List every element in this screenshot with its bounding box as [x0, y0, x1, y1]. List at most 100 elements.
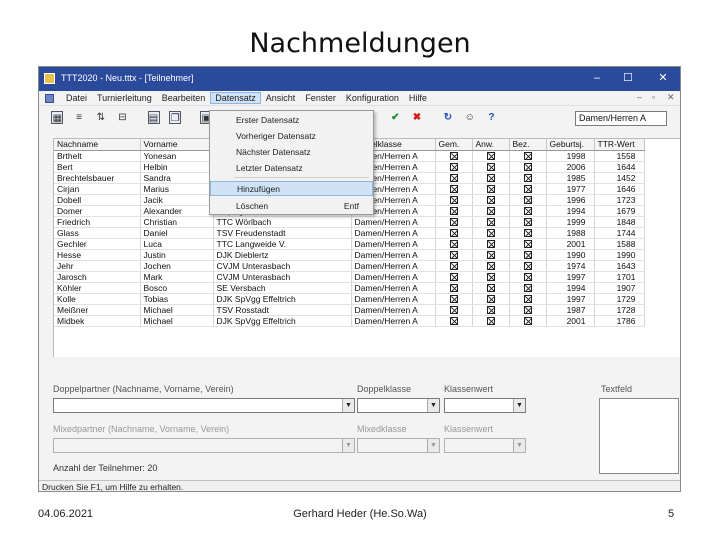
checked-checkbox-icon[interactable]: [449, 174, 458, 182]
table-cell[interactable]: 1786: [594, 315, 645, 327]
table-cell[interactable]: 1643: [594, 260, 645, 272]
checked-checkbox-icon[interactable]: [523, 251, 532, 259]
table-row[interactable]: Midbek Michael DJK SpVgg Effeltrich Damen/H…: [54, 315, 645, 327]
table-checkbox-cell[interactable]: [435, 227, 473, 239]
table-cell[interactable]: Damen/Herren A: [351, 227, 436, 239]
checked-checkbox-icon[interactable]: [523, 229, 532, 237]
document-icon[interactable]: [45, 94, 54, 103]
table-cell[interactable]: Dobell: [54, 194, 141, 206]
table-row[interactable]: Friedrich Christian TTC Wörlbach Damen/Herr…: [54, 216, 645, 228]
checked-checkbox-icon[interactable]: [523, 185, 532, 193]
dropdown-item[interactable]: Erster Datensatz: [210, 113, 373, 128]
table-checkbox-cell[interactable]: [435, 238, 473, 250]
table-row[interactable]: Jehr Jochen CVJM Unterasbach Damen/Herren A…: [54, 260, 645, 272]
table-cell[interactable]: 1744: [594, 227, 645, 239]
table-cell[interactable]: 1987: [546, 304, 595, 316]
checked-checkbox-icon[interactable]: [486, 174, 495, 182]
checked-checkbox-icon[interactable]: [449, 185, 458, 193]
table-row[interactable]: Hesse Justin DJK Dieblertz Damen/Herren A 19…: [54, 249, 645, 261]
table-checkbox-cell[interactable]: [509, 194, 547, 206]
table-checkbox-cell[interactable]: [509, 293, 547, 305]
checked-checkbox-icon[interactable]: [523, 273, 532, 281]
table-cell[interactable]: 1997: [546, 271, 595, 283]
filter-icon[interactable]: ⊟: [117, 111, 129, 124]
table-checkbox-cell[interactable]: [509, 238, 547, 250]
table-checkbox-cell[interactable]: [472, 249, 510, 261]
table-cell[interactable]: Glass: [54, 227, 141, 239]
table-cell[interactable]: Daniel: [140, 227, 214, 239]
menu-datensatz[interactable]: Datensatz: [210, 92, 261, 104]
table-checkbox-cell[interactable]: [509, 205, 547, 217]
cancel-icon[interactable]: ✖: [411, 111, 423, 124]
chevron-down-icon[interactable]: ▼: [342, 399, 354, 412]
table-cell[interactable]: Justin: [140, 249, 214, 261]
table-checkbox-cell[interactable]: [435, 172, 473, 184]
table-checkbox-cell[interactable]: [435, 282, 473, 294]
menu-hilfe[interactable]: Hilfe: [404, 92, 432, 104]
table-cell[interactable]: Marius: [140, 183, 214, 195]
menu-fenster[interactable]: Fenster: [300, 92, 341, 104]
child-minimize-button[interactable]: –: [637, 92, 642, 102]
print-icon[interactable]: ▤: [147, 111, 160, 124]
doubles-partner-select[interactable]: ▼: [53, 398, 355, 413]
table-cell[interactable]: Alexander: [140, 205, 214, 217]
checked-checkbox-icon[interactable]: [486, 262, 495, 270]
table-checkbox-cell[interactable]: [509, 315, 547, 327]
table-cell[interactable]: DJK Dieblertz: [213, 249, 352, 261]
table-cell[interactable]: 1988: [546, 227, 595, 239]
column-header[interactable]: Nachname: [54, 139, 141, 151]
table-checkbox-cell[interactable]: [435, 161, 473, 173]
table-checkbox-cell[interactable]: [435, 183, 473, 195]
checked-checkbox-icon[interactable]: [523, 262, 532, 270]
checked-checkbox-icon[interactable]: [486, 284, 495, 292]
checked-checkbox-icon[interactable]: [486, 273, 495, 281]
user-icon[interactable]: ☺: [464, 111, 476, 124]
table-checkbox-cell[interactable]: [472, 271, 510, 283]
checked-checkbox-icon[interactable]: [449, 295, 458, 303]
table-checkbox-cell[interactable]: [509, 161, 547, 173]
checked-checkbox-icon[interactable]: [486, 229, 495, 237]
table-cell[interactable]: Mark: [140, 271, 214, 283]
column-header[interactable]: Bez.: [509, 139, 547, 151]
table-cell[interactable]: Damen/Herren A: [351, 271, 436, 283]
class-value-select[interactable]: ▼: [444, 398, 526, 413]
table-cell[interactable]: 1994: [546, 205, 595, 217]
checked-checkbox-icon[interactable]: [449, 240, 458, 248]
checked-checkbox-icon[interactable]: [523, 196, 532, 204]
table-checkbox-cell[interactable]: [472, 260, 510, 272]
checked-checkbox-icon[interactable]: [523, 152, 532, 160]
checked-checkbox-icon[interactable]: [449, 163, 458, 171]
checked-checkbox-icon[interactable]: [486, 317, 495, 325]
table-checkbox-cell[interactable]: [472, 150, 510, 162]
table-checkbox-cell[interactable]: [435, 216, 473, 228]
table-checkbox-cell[interactable]: [435, 293, 473, 305]
checked-checkbox-icon[interactable]: [486, 295, 495, 303]
table-checkbox-cell[interactable]: [472, 194, 510, 206]
table-checkbox-cell[interactable]: [435, 249, 473, 261]
table-cell[interactable]: 1723: [594, 194, 645, 206]
table-cell[interactable]: 1997: [546, 293, 595, 305]
table-checkbox-cell[interactable]: [472, 238, 510, 250]
table-checkbox-cell[interactable]: [509, 172, 547, 184]
chevron-down-icon[interactable]: ▼: [513, 399, 525, 412]
table-cell[interactable]: Tobias: [140, 293, 214, 305]
table-checkbox-cell[interactable]: [472, 304, 510, 316]
refresh-icon[interactable]: ↻: [442, 111, 454, 124]
table-cell[interactable]: 1985: [546, 172, 595, 184]
child-restore-button[interactable]: ▫: [652, 92, 655, 102]
table-cell[interactable]: 2001: [546, 315, 595, 327]
doubles-class-select[interactable]: ▼: [357, 398, 440, 413]
maximize-button[interactable]: ☐: [616, 69, 640, 88]
table-cell[interactable]: CVJM Unterasbach: [213, 271, 352, 283]
checked-checkbox-icon[interactable]: [486, 207, 495, 215]
table-cell[interactable]: Jacik: [140, 194, 214, 206]
table-cell[interactable]: 1452: [594, 172, 645, 184]
table-cell[interactable]: Damen/Herren A: [351, 315, 436, 327]
table-cell[interactable]: DJK SpVgg Effeltrich: [213, 315, 352, 327]
table-checkbox-cell[interactable]: [472, 161, 510, 173]
table-cell[interactable]: Damen/Herren A: [351, 304, 436, 316]
checked-checkbox-icon[interactable]: [449, 152, 458, 160]
menu-datei[interactable]: Datei: [61, 92, 92, 104]
table-cell[interactable]: Damen/Herren A: [351, 282, 436, 294]
table-checkbox-cell[interactable]: [435, 271, 473, 283]
